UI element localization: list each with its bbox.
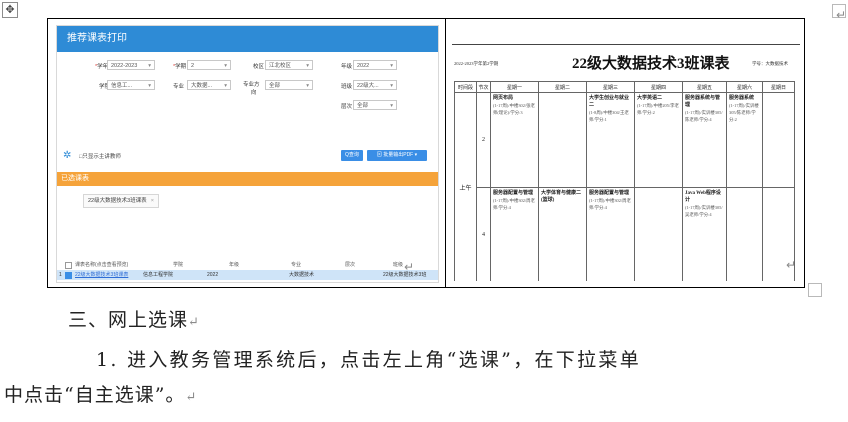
select-all-checkbox[interactable] xyxy=(65,262,72,269)
timetable-preview: 2022-2023学年第2学期 22级大数据技术3班课表 学号：大数据技术 时间… xyxy=(452,25,800,281)
course-cell: 服务器系统 (1-17周)/实训楼305/陈老师/学分:2 xyxy=(726,92,763,188)
period-number: 4 xyxy=(476,187,491,281)
screenshot-title: 推荐课表打印 xyxy=(57,26,438,52)
row-checkbox[interactable] xyxy=(65,272,72,279)
grid-header: 时间段 xyxy=(454,81,477,93)
course-cell xyxy=(634,187,683,281)
major-select[interactable]: 大数据... xyxy=(187,80,231,91)
timetable-grid: 时间段 节次 星期一 星期二 星期三 星期四 星期五 星期六 星期日 上午 2 … xyxy=(454,81,795,281)
paragraph-mark: ↵ xyxy=(188,315,200,330)
grid-header: 星期二 xyxy=(538,81,587,93)
timetable-row: 上午 2 网页布局 (1-17周)/中楼302/张老师(理论)/学分:3 大学生创… xyxy=(454,92,795,281)
course-cell: 服务器配置与管理 (1-17周)/中楼302/周老师/学分:4 xyxy=(586,187,635,281)
course-cell: Java Web程序设计 (1-17周)/实训楼305/吴老师/学分:4 xyxy=(682,187,727,281)
table-row[interactable]: 1 22级大数据技术3班课表 信息工程学院 2022 大数据技术 22级大数据技… xyxy=(57,270,438,280)
table-move-handle[interactable]: ✥ xyxy=(2,2,18,18)
weekday-header-row: 时间段 节次 星期一 星期二 星期三 星期四 星期五 星期六 星期日 xyxy=(454,81,795,93)
page-top-rule xyxy=(452,44,800,45)
column-header: 班级 xyxy=(393,262,404,268)
gear-icon[interactable]: ✲ xyxy=(63,150,71,161)
column-header: 年级 xyxy=(229,262,240,268)
student-id-caption: 学号：大数据技术 xyxy=(752,61,788,66)
class-label: 班级 xyxy=(341,84,353,90)
column-header: 层次 xyxy=(345,262,356,268)
paragraph-mark: ↵ xyxy=(836,8,847,22)
timetable-row: 4 服务器配置与管理 (1-17周)/中楼302/周老师/学分:4 大学体育与健康… xyxy=(455,187,795,281)
grid-header: 星期四 xyxy=(634,81,683,93)
timetable-name-link[interactable]: 22级大数据技术3班课表 xyxy=(75,270,128,280)
direction-label: 专业方向 xyxy=(243,82,260,96)
grid-header: 星期一 xyxy=(490,81,539,93)
course-cell: 大学英语二 (1-17周)/中楼205/李老师/学分:2 xyxy=(634,92,683,188)
course-cell: 大学生创业与就业二 (1-8周)/中楼304/王老师/学分:1 xyxy=(586,92,635,188)
campus-label: 校区 xyxy=(253,64,265,70)
course-cell: 服务器系统与管理 (1-17周)/实训楼305/陈老师/学分:4 xyxy=(682,92,727,188)
course-cell xyxy=(726,187,763,281)
filter-form: *学年 2022-2023 *学期 2 校区 江北校区 年级 2022 学院 信… xyxy=(57,52,438,150)
grid-header: 星期五 xyxy=(682,81,727,93)
term-select[interactable]: 2 xyxy=(187,60,231,71)
direction-select[interactable]: 全部 xyxy=(265,80,313,91)
level-select[interactable]: 全部 xyxy=(353,100,397,111)
year-select[interactable]: 2022-2023 xyxy=(107,60,155,71)
image-table: 推荐课表打印 *学年 2022-2023 *学期 2 校区 江北校区 年级 20… xyxy=(47,18,805,288)
close-icon[interactable]: × xyxy=(151,198,154,204)
row-index: 1 xyxy=(59,272,62,278)
grid-header: 节次 xyxy=(476,81,491,93)
course-cell: 大学体育与健康二(篮球) xyxy=(538,187,587,281)
table-divider xyxy=(445,19,446,287)
level-label: 层次 xyxy=(341,104,353,110)
course-cell: 服务器配置与管理 (1-17周)/中楼302/周老师/学分:4 xyxy=(490,187,539,281)
college-select[interactable]: 信息工... xyxy=(107,80,155,91)
course-cell xyxy=(762,92,795,188)
grade-select[interactable]: 2022 xyxy=(353,60,397,71)
course-cell xyxy=(538,92,587,188)
grid-header: 星期六 xyxy=(726,81,763,93)
paragraph-mark: ↵ xyxy=(786,258,797,272)
paragraph-mark: ↵ xyxy=(404,260,415,274)
query-button[interactable]: Q查询 xyxy=(341,150,363,161)
term-label: *学期 xyxy=(173,64,187,70)
major-label: 专业 xyxy=(173,84,185,90)
row-major: 大数据技术 xyxy=(289,272,315,278)
campus-select[interactable]: 江北校区 xyxy=(265,60,313,71)
period-number: 2 xyxy=(476,92,491,188)
selected-timetable-chip[interactable]: 22级大数据技术3班课表 × xyxy=(83,194,159,208)
class-select[interactable]: 22级大... xyxy=(353,80,397,91)
column-header: 专业 xyxy=(291,262,302,268)
timetable-title: 22级大数据技术3班课表 xyxy=(572,56,730,72)
course-print-screenshot: 推荐课表打印 *学年 2022-2023 *学期 2 校区 江北校区 年级 20… xyxy=(56,25,439,283)
grid-header: 星期三 xyxy=(586,81,635,93)
row-grade: 2022 xyxy=(207,272,219,278)
batch-pdf-button[interactable]: ⊠ 批量输出PDF ▾ xyxy=(367,150,427,161)
row-college: 信息工程学院 xyxy=(143,272,174,278)
column-header: 学院 xyxy=(173,262,184,268)
term-caption: 2022-2023学年第2学期 xyxy=(454,61,499,66)
grade-label: 年级 xyxy=(341,64,353,70)
selected-section-header: 已选课表 xyxy=(57,172,438,186)
column-header: 课表名称(点击查看预览) xyxy=(75,262,129,268)
instruction-line-1: 1. 进入教务管理系统后，点击左上角“选课”，在下拉菜单 xyxy=(96,349,641,371)
am-label: 上午 xyxy=(454,92,477,281)
instruction-line-2: 中点击“自主选课”。↵ xyxy=(4,384,198,406)
margin-corner-mark xyxy=(808,283,822,297)
course-cell: 网页布局 (1-17周)/中楼302/张老师(理论)/学分:3 xyxy=(490,92,539,188)
section-heading: 三、网上选课↵ xyxy=(68,309,200,331)
only-teacher-checkbox[interactable]: □只显示主讲教师 xyxy=(79,152,121,160)
paragraph-mark: ↵ xyxy=(185,390,198,405)
grid-header: 星期日 xyxy=(762,81,795,93)
